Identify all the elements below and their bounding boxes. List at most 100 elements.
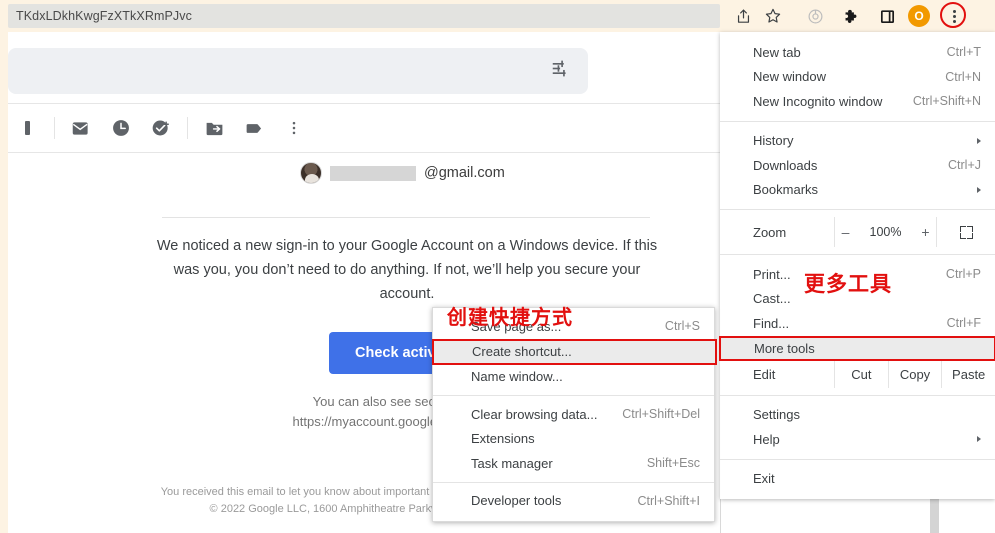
annotation-more-tools-cn: 更多工具 xyxy=(804,272,892,296)
menu-edit-row: Edit Cut Copy Paste xyxy=(720,360,995,388)
highlight-ring xyxy=(940,2,966,28)
menu-item-find[interactable]: Find... Ctrl+F xyxy=(720,311,995,336)
search-input[interactable] xyxy=(8,48,588,94)
toolbar-separator xyxy=(54,117,55,139)
menu-separator xyxy=(720,458,995,460)
submenu-separator xyxy=(433,481,714,483)
address-bar-value: TKdxLDkhKwgFzXTkXRmPJvc xyxy=(16,9,192,23)
browser-toolbar: TKdxLDkhKwgFzXTkXRmPJvc O xyxy=(0,0,995,32)
menu-item-settings[interactable]: Settings xyxy=(720,403,995,428)
archive-icon[interactable] xyxy=(61,108,101,148)
menu-label: Developer tools xyxy=(471,493,562,509)
paste-button[interactable]: Paste xyxy=(941,360,995,388)
side-panel-icon[interactable] xyxy=(872,1,902,31)
menu-label: Create shortcut... xyxy=(472,344,572,359)
chevron-right-icon xyxy=(977,186,981,193)
email-sender-row: @gmail.com xyxy=(300,162,505,184)
menu-label: Extensions xyxy=(471,431,535,447)
chrome-menu-button[interactable] xyxy=(940,2,968,30)
share-icon[interactable] xyxy=(728,1,758,31)
menu-label: Find... xyxy=(753,315,790,331)
menu-label: Task manager xyxy=(471,455,553,471)
menu-separator xyxy=(720,394,995,396)
toolbar-separator xyxy=(187,117,188,139)
menu-separator xyxy=(720,254,995,255)
menu-label: More tools xyxy=(754,340,815,356)
profile-avatar[interactable]: O xyxy=(908,5,930,27)
add-to-tasks-icon[interactable] xyxy=(141,108,181,148)
menu-shortcut: Shift+Esc xyxy=(646,456,700,471)
submenu-item-clear-browsing-data[interactable]: Clear browsing data... Ctrl+Shift+Del xyxy=(433,402,714,427)
page-left-margin xyxy=(0,32,8,533)
avatar xyxy=(300,162,322,184)
gmail-action-toolbar xyxy=(8,104,720,152)
menu-item-exit[interactable]: Exit xyxy=(720,467,995,492)
target-circle-icon[interactable] xyxy=(800,1,830,31)
menu-shortcut: Ctrl+N xyxy=(945,69,981,84)
label-tag-icon[interactable] xyxy=(234,108,274,148)
zoom-controls: – 100% + xyxy=(834,217,937,247)
menu-item-new-tab[interactable]: New tab Ctrl+T xyxy=(720,40,995,65)
menu-separator xyxy=(720,209,995,210)
submenu-separator xyxy=(433,395,714,396)
menu-label: Downloads xyxy=(753,157,818,173)
zoom-in-button[interactable]: + xyxy=(919,224,931,240)
address-bar[interactable]: TKdxLDkhKwgFzXTkXRmPJvc xyxy=(8,4,720,28)
menu-separator xyxy=(720,120,995,122)
menu-label: History xyxy=(753,133,794,149)
menu-label: Settings xyxy=(753,407,800,423)
menu-item-bookmarks[interactable]: Bookmarks xyxy=(720,178,995,203)
submenu-item-create-shortcut[interactable]: Create shortcut... xyxy=(432,338,717,365)
extensions-puzzle-icon[interactable] xyxy=(836,1,866,31)
menu-item-more-tools[interactable]: More tools xyxy=(719,335,995,361)
fullscreen-icon xyxy=(959,225,973,239)
menu-label: New tab xyxy=(753,44,801,60)
chevron-right-icon xyxy=(977,137,981,144)
gmail-search-row xyxy=(8,40,720,102)
bookmark-star-icon[interactable] xyxy=(758,1,788,31)
email-body-text: We noticed a new sign-in to your Google … xyxy=(156,238,658,302)
submenu-item-developer-tools[interactable]: Developer tools Ctrl+Shift+I xyxy=(433,489,714,514)
annotation-create-shortcut-cn: 创建快捷方式 xyxy=(447,305,573,329)
copy-button[interactable]: Copy xyxy=(887,360,942,388)
sender-domain: @gmail.com xyxy=(424,165,505,181)
menu-shortcut: Ctrl+Shift+N xyxy=(912,94,981,109)
move-to-folder-icon[interactable] xyxy=(194,108,234,148)
menu-shortcut: Ctrl+P xyxy=(945,267,981,282)
snooze-clock-icon[interactable] xyxy=(101,108,141,148)
menu-item-new-incognito-window[interactable]: New Incognito window Ctrl+Shift+N xyxy=(720,89,995,114)
menu-shortcut: Ctrl+Shift+Del xyxy=(622,407,700,422)
menu-shortcut: Ctrl+Shift+I xyxy=(637,493,700,508)
menu-label: New window xyxy=(753,69,826,85)
more-options-kebab-icon[interactable] xyxy=(274,108,314,148)
tune-filter-icon[interactable] xyxy=(550,58,572,85)
screenshot-root: @gmail.com We noticed a new sign-in to y… xyxy=(0,0,995,533)
menu-shortcut: Ctrl+J xyxy=(948,158,981,173)
email-divider xyxy=(162,217,650,218)
submenu-item-task-manager[interactable]: Task manager Shift+Esc xyxy=(433,451,714,476)
back-to-inbox-icon[interactable] xyxy=(8,108,48,148)
menu-item-history[interactable]: History xyxy=(720,129,995,154)
menu-item-downloads[interactable]: Downloads Ctrl+J xyxy=(720,153,995,178)
menu-label: Clear browsing data... xyxy=(471,406,598,422)
submenu-item-name-window[interactable]: Name window... xyxy=(433,365,714,390)
menu-label: Exit xyxy=(753,471,775,487)
chrome-main-menu: New tab Ctrl+T New window Ctrl+N New Inc… xyxy=(719,32,995,499)
menu-label: Name window... xyxy=(471,369,563,385)
edit-label: Edit xyxy=(753,366,776,382)
menu-label: Help xyxy=(753,431,780,447)
cut-button[interactable]: Cut xyxy=(834,360,888,388)
fullscreen-button[interactable] xyxy=(937,225,995,239)
more-tools-submenu: Save page as... Ctrl+S Create shortcut..… xyxy=(432,307,717,522)
menu-shortcut: Ctrl+T xyxy=(946,45,981,60)
browser-toolbar-icons: O xyxy=(728,0,995,32)
menu-shortcut: Ctrl+F xyxy=(946,316,981,331)
menu-zoom-row: Zoom – 100% + xyxy=(720,217,995,247)
zoom-out-button[interactable]: – xyxy=(840,224,852,240)
submenu-item-extensions[interactable]: Extensions xyxy=(433,427,714,452)
menu-item-new-window[interactable]: New window Ctrl+N xyxy=(720,65,995,90)
menu-label: Bookmarks xyxy=(753,182,819,198)
menu-shortcut: Ctrl+S xyxy=(664,319,700,334)
menu-item-help[interactable]: Help xyxy=(720,427,995,452)
zoom-label: Zoom xyxy=(753,224,787,240)
